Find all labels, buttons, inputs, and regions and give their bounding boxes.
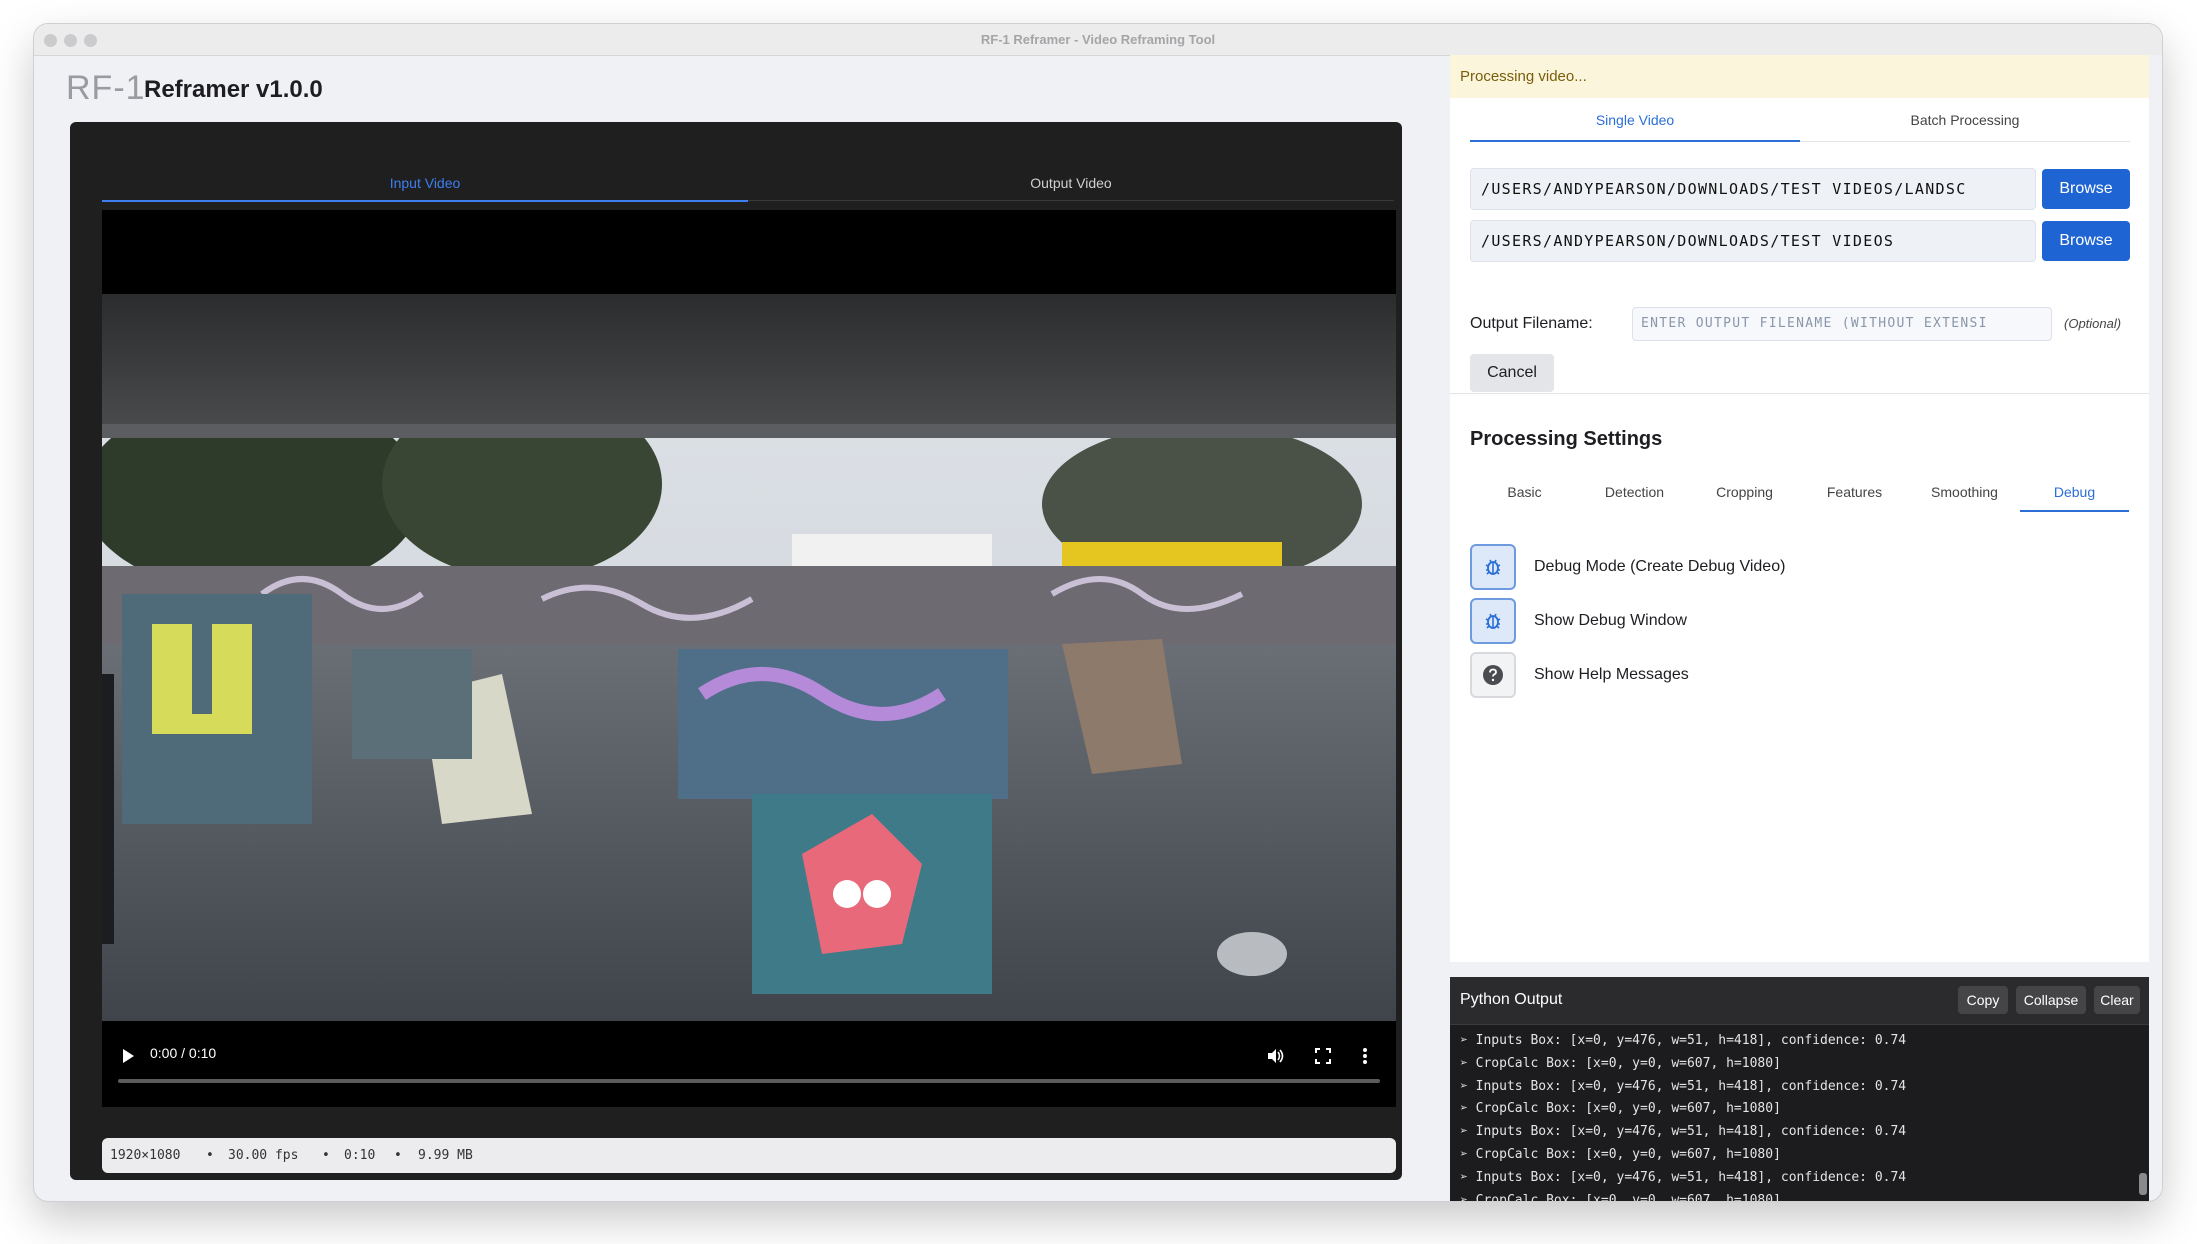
meta-separator: •	[322, 1148, 330, 1163]
tab-debug[interactable]: Debug	[2020, 474, 2129, 512]
copy-button[interactable]: Copy	[1958, 986, 2008, 1014]
app-logo: RF-1	[66, 69, 146, 107]
tab-cropping[interactable]: Cropping	[1690, 474, 1799, 512]
fullscreen-icon[interactable]	[1314, 1047, 1332, 1065]
console-header: Python Output Copy Collapse Clear	[1450, 977, 2149, 1025]
optional-hint: (Optional)	[2064, 316, 2122, 331]
help-icon	[1483, 665, 1503, 685]
bug-icon	[1485, 613, 1501, 629]
help-messages-toggle[interactable]	[1470, 652, 1516, 698]
browse-output-button[interactable]: Browse	[2042, 221, 2130, 261]
settings-title: Processing Settings	[1470, 428, 1663, 450]
file-selection-card: Single Video Batch Processing /Users/and…	[1450, 98, 2149, 394]
log-line: ➢ Inputs Box: [x=0, y=476, w=51, h=418],…	[1460, 1169, 1907, 1185]
meta-fps: 30.00 fps	[228, 1148, 299, 1163]
clear-button[interactable]: Clear	[2094, 986, 2140, 1014]
tab-detection[interactable]: Detection	[1580, 474, 1689, 512]
processing-settings-card: Processing Settings Basic Detection Crop…	[1450, 394, 2149, 962]
cancel-button[interactable]: Cancel	[1470, 354, 1554, 392]
input-path-field[interactable]: /Users/andypearson/Downloads/Test Videos…	[1470, 168, 2036, 210]
output-filename-input[interactable]: Enter output filename (without extensi	[1632, 307, 2052, 341]
volume-icon[interactable]	[1266, 1047, 1284, 1065]
bug-icon	[1485, 559, 1501, 575]
tab-basic[interactable]: Basic	[1470, 474, 1579, 512]
control-panel: Processing video... Single Video Batch P…	[1450, 55, 2162, 1201]
log-line: ➢ CropCalc Box: [x=0, y=0, w=607, h=1080…	[1460, 1146, 1781, 1162]
meta-resolution: 1920×1080	[110, 1148, 181, 1163]
output-filename-label: Output Filename:	[1470, 315, 1593, 332]
status-banner: Processing video...	[1450, 55, 2149, 98]
python-output-console: Python Output Copy Collapse Clear ➢ Inpu…	[1450, 977, 2149, 1201]
debug-window-label: Show Debug Window	[1534, 612, 1687, 629]
log-line: ➢ CropCalc Box: [x=0, y=0, w=607, h=1080…	[1460, 1055, 1781, 1071]
title-bar: RF-1 Reframer - Video Reframing Tool	[34, 24, 2162, 56]
tab-input-video[interactable]: Input Video	[102, 166, 748, 202]
output-dir-field[interactable]: /Users/andypearson/Downloads/Test Videos	[1470, 220, 2036, 262]
meta-separator: •	[394, 1148, 402, 1163]
debug-mode-toggle[interactable]	[1470, 544, 1516, 590]
tab-batch-processing[interactable]: Batch Processing	[1800, 98, 2130, 142]
log-line: ➢ Inputs Box: [x=0, y=476, w=51, h=418],…	[1460, 1078, 1907, 1094]
meta-separator: •	[206, 1148, 214, 1163]
window-title: RF-1 Reframer - Video Reframing Tool	[980, 32, 1216, 47]
debug-mode-label: Debug Mode (Create Debug Video)	[1534, 558, 1786, 575]
playback-time: 0:00 / 0:10	[150, 1045, 217, 1061]
console-scrollbar[interactable]	[2139, 1173, 2147, 1195]
debug-window-toggle[interactable]	[1470, 598, 1516, 644]
meta-size: 9.99 MB	[418, 1148, 473, 1163]
collapse-button[interactable]: Collapse	[2016, 986, 2086, 1014]
log-line: ➢ CropCalc Box: [x=0, y=0, w=607, h=1080…	[1460, 1101, 1781, 1117]
console-title: Python Output	[1460, 991, 1563, 1008]
app-window: RF-1 Reframer - Video Reframing Tool RF-…	[34, 24, 2162, 1201]
video-panel: Input Video Output Video 0:00 / 0:10 192…	[70, 122, 1402, 1180]
video-frame	[102, 294, 1396, 1021]
help-messages-label: Show Help Messages	[1534, 666, 1689, 683]
app-title: Reframer v1.0.0	[144, 76, 323, 103]
more-options-icon[interactable]	[1362, 1047, 1368, 1065]
tab-output-video[interactable]: Output Video	[748, 166, 1394, 201]
meta-duration: 0:10	[344, 1148, 376, 1163]
player-controls: 0:00 / 0:10	[102, 1021, 1396, 1107]
console-log: ➢ Inputs Box: [x=0, y=476, w=51, h=418],…	[1460, 1030, 2129, 1201]
log-line: ➢ Inputs Box: [x=0, y=476, w=51, h=418],…	[1460, 1124, 1907, 1140]
video-player[interactable]: 0:00 / 0:10	[102, 210, 1396, 1107]
seek-bar[interactable]	[118, 1079, 1380, 1083]
log-line: ➢ Inputs Box: [x=0, y=476, w=51, h=418],…	[1460, 1033, 1907, 1048]
play-icon[interactable]	[120, 1047, 136, 1065]
tab-single-video[interactable]: Single Video	[1470, 98, 1800, 142]
video-metadata: 1920×1080 • 30.00 fps • 0:10 • 9.99 MB	[102, 1138, 1396, 1173]
tab-features[interactable]: Features	[1800, 474, 1909, 512]
browse-input-button[interactable]: Browse	[2042, 169, 2130, 209]
tab-smoothing[interactable]: Smoothing	[1910, 474, 2019, 512]
log-line: ➢ CropCalc Box: [x=0, y=0, w=607, h=1080…	[1460, 1192, 1781, 1201]
